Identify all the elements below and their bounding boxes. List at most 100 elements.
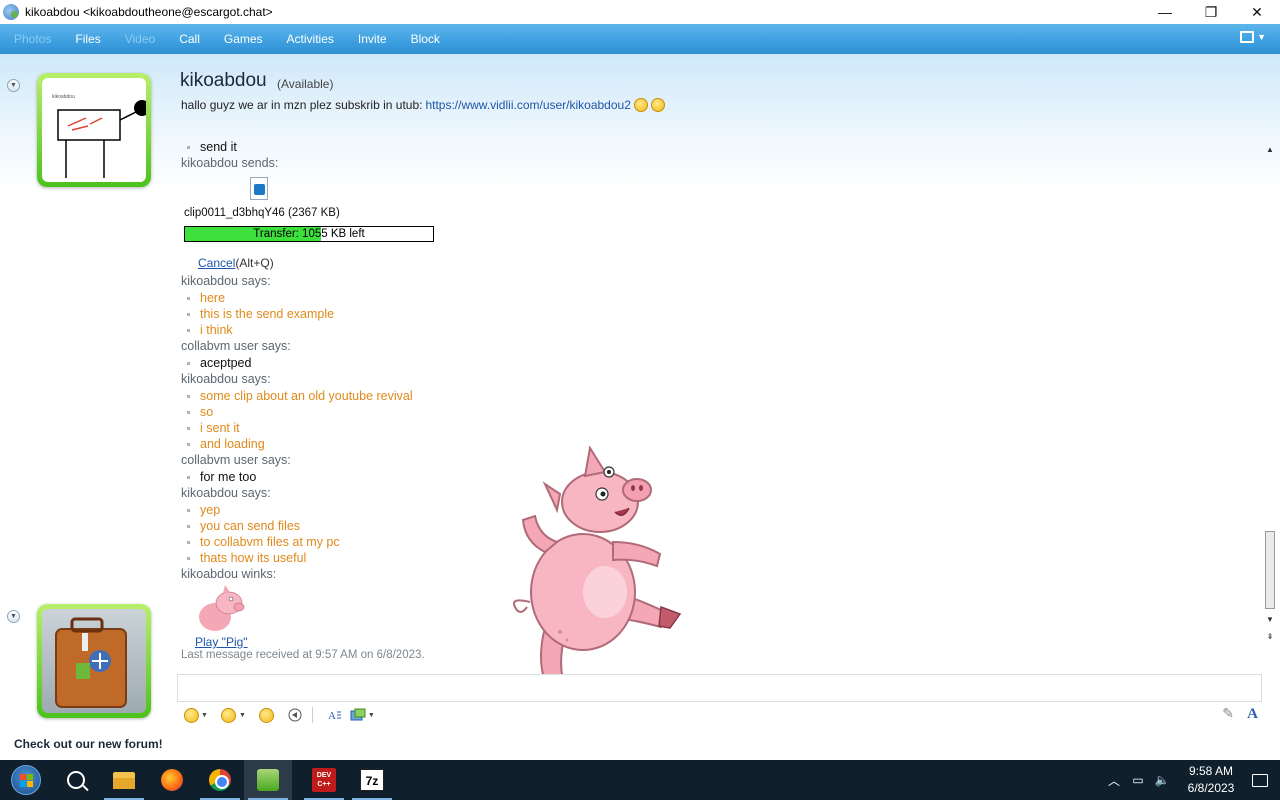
toolbar-invite[interactable]: Invite [346, 24, 399, 54]
contact-avatar[interactable]: kikoabdou [37, 73, 151, 187]
toolbar-video[interactable]: Video [113, 24, 167, 54]
toolbar-call[interactable]: Call [167, 24, 212, 54]
scroll-up-icon[interactable]: ▲ [1265, 145, 1275, 155]
window-controls: — ❐ ✕ [1142, 0, 1280, 24]
toolbar-files[interactable]: Files [63, 24, 112, 54]
taskbar-file-explorer[interactable] [100, 760, 148, 800]
stick-figure-drawing: kikoabdou [52, 94, 146, 178]
file-transfer: clip0011_d3bhqY46 (2367 KB) [181, 139, 1261, 223]
cancel-transfer-link[interactable]: Cancel [198, 256, 235, 270]
title-bar: kikoabdou <kikoabdoutheone@escargot.chat… [0, 0, 1280, 24]
suitcase-icon [55, 617, 127, 708]
nudge-icon [259, 707, 275, 723]
notification-icon [1252, 773, 1268, 787]
personal-message-link[interactable]: https://www.vidlii.com/user/kikoabdou2 [425, 98, 630, 112]
scroll-down-icon[interactable]: ▼ [1265, 615, 1275, 625]
handwriting-button[interactable]: ✎ [1219, 705, 1237, 723]
last-message-info: Last message received at 9:57 AM on 6/8/… [181, 649, 425, 661]
taskbar-messenger[interactable] [244, 760, 292, 800]
wink-sender: kikoabdou winks: [181, 567, 277, 581]
message-line: this is the send example [181, 306, 1261, 322]
scroll-bottom-icon[interactable]: ⇟ [1265, 632, 1275, 642]
message-line: you can send files [181, 518, 1261, 534]
message-input[interactable] [177, 674, 1262, 702]
message-sender: kikoabdou says: [181, 486, 271, 500]
cancel-transfer-row: Cancel(Alt+Q) [181, 254, 1261, 273]
messenger-icon [257, 769, 279, 791]
collapse-self-button[interactable]: ▼ [7, 610, 20, 623]
7zip-icon: 7z [360, 769, 384, 791]
taskbar-7zip[interactable]: 7z [348, 760, 396, 800]
folder-icon [113, 771, 135, 789]
toolbar-block[interactable]: Block [399, 24, 452, 54]
tongue-emoticon-icon [633, 98, 648, 112]
toolbar-games[interactable]: Games [212, 24, 275, 54]
svg-text:A: A [328, 710, 336, 722]
menu-icon [1240, 31, 1255, 43]
message-line: and loading [181, 436, 1261, 452]
chevron-up-icon[interactable]: ︿ [1102, 772, 1126, 789]
background-button[interactable] [349, 706, 367, 724]
taskbar-firefox[interactable] [148, 760, 196, 800]
cancel-shortcut: (Alt+Q) [235, 256, 274, 270]
clock-time: 9:58 AM [1188, 764, 1234, 778]
forum-ad-text[interactable]: Check out our new forum! [14, 737, 163, 751]
minimize-button[interactable]: — [1142, 0, 1188, 24]
taskbar-chrome[interactable] [196, 760, 244, 800]
video-file-icon[interactable] [250, 177, 268, 200]
message-line: thats how its useful [181, 550, 1261, 566]
network-icon[interactable]: ▭ [1126, 773, 1150, 787]
menu-button[interactable]: ▼ [1240, 31, 1266, 43]
chevron-down-icon: ▼ [1257, 32, 1266, 42]
windows-taskbar: DEV C++ 7z ︿ ▭ 🔈 9:58 AM 6/8/2023 [0, 760, 1280, 800]
message-sender: collabvm user says: [181, 339, 291, 353]
background-image-icon [350, 708, 366, 721]
spellcheck-icon: A [328, 710, 341, 722]
self-avatar[interactable] [37, 604, 151, 718]
wink-thumbnail[interactable] [181, 583, 1261, 635]
taskbar-devcpp[interactable]: DEV C++ [300, 760, 348, 800]
message-line: for me too [181, 469, 1261, 485]
message-line: i sent it [181, 420, 1261, 436]
chevron-down-icon[interactable]: ▼ [201, 712, 208, 719]
collapse-contact-button[interactable]: ▼ [7, 79, 20, 92]
transfer-progress-text: Transfer: 1055 KB left [253, 228, 365, 240]
notification-center-button[interactable] [1240, 760, 1280, 800]
system-clock[interactable]: 9:58 AM 6/8/2023 [1182, 763, 1240, 797]
chrome-icon [209, 769, 231, 791]
voice-clip-icon [288, 708, 302, 722]
spellcheck-button[interactable]: A [326, 706, 344, 724]
search-icon [67, 771, 85, 789]
smile-emoticon-icon [650, 98, 665, 112]
personal-message: hallo guyz we ar in mzn plez subskrib in… [181, 98, 665, 112]
emoticon-button[interactable] [182, 706, 200, 724]
message-line: to collabvm files at my pc [181, 534, 1261, 550]
message-line: so [181, 404, 1261, 420]
nudge-button[interactable] [258, 706, 276, 724]
file-name: clip0011_d3bhqY46 (2367 KB) [184, 207, 340, 219]
format-toolbar: ▼ ▼ A ▼ ✎ A [177, 702, 1262, 728]
avatar-caption: kikoabdou [52, 94, 75, 100]
message-sender: kikoabdou says: [181, 274, 271, 288]
scroll-thumb[interactable] [1265, 531, 1275, 609]
volume-muted-icon[interactable]: 🔈 [1150, 773, 1174, 787]
windows-logo-icon [11, 765, 41, 795]
clock-date: 6/8/2023 [1187, 781, 1235, 795]
toolbar-activities[interactable]: Activities [275, 24, 346, 54]
close-button[interactable]: ✕ [1234, 0, 1280, 24]
wink-button[interactable] [220, 706, 238, 724]
wink-icon [221, 707, 237, 723]
search-button[interactable] [52, 760, 100, 800]
message-blocks: kikoabdou says: here this is the send exam… [181, 273, 1261, 566]
messenger-icon [3, 4, 19, 20]
start-button[interactable] [0, 760, 52, 800]
devcpp-icon: DEV C++ [312, 768, 336, 792]
font-button[interactable]: A [1247, 706, 1258, 723]
restore-button[interactable]: ❐ [1188, 0, 1234, 24]
conversation-history: send it kikoabdou sends: clip0011_d3bhqY… [181, 139, 1261, 667]
voice-clip-button[interactable] [286, 706, 304, 724]
chevron-down-icon[interactable]: ▼ [368, 712, 375, 719]
chevron-down-icon[interactable]: ▼ [239, 712, 246, 719]
toolbar-photos[interactable]: Photos [0, 24, 63, 54]
conversation-scrollbar[interactable]: ▲ ▼ ⇟ [1262, 143, 1278, 641]
